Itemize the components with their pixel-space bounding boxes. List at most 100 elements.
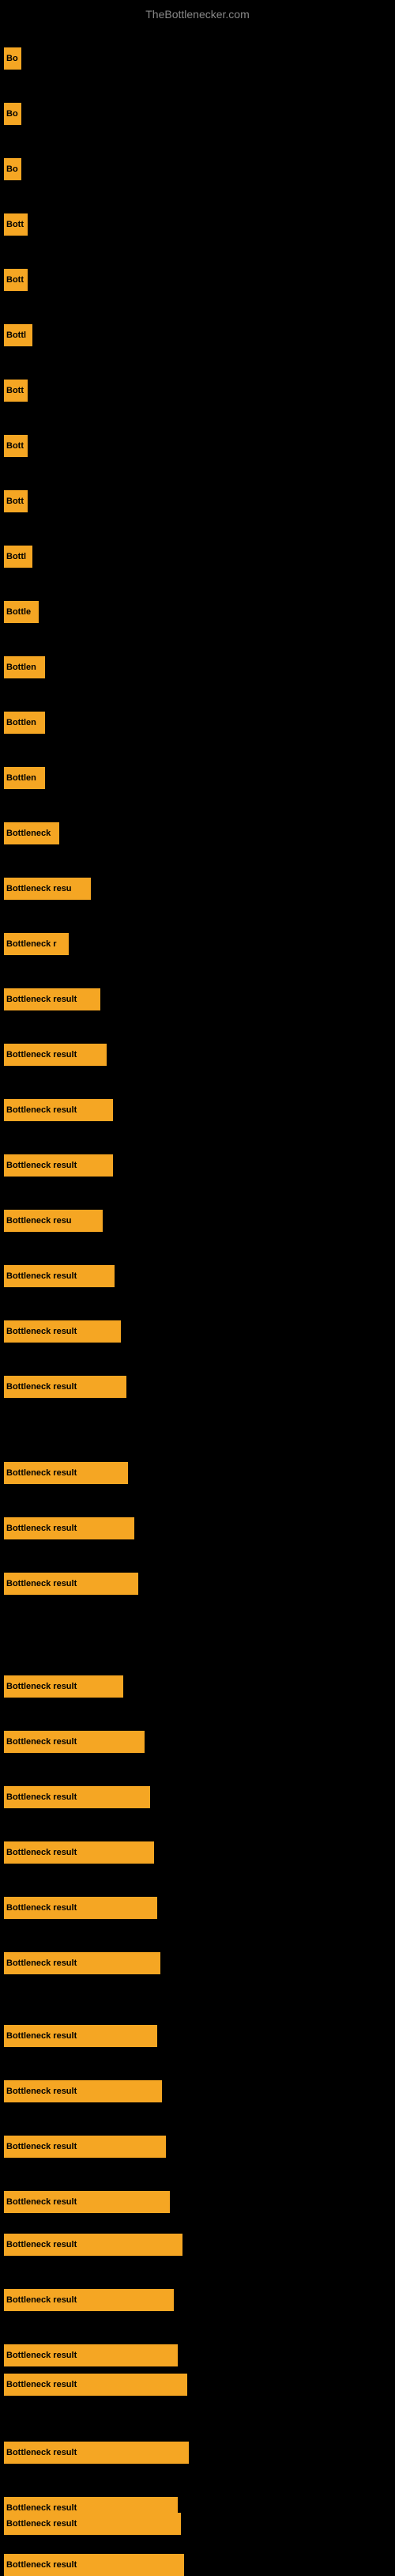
bar-row: Bottleneck result — [4, 2554, 184, 2576]
bar-row: Bo — [4, 158, 21, 180]
bar-item: Bottleneck result — [4, 2136, 166, 2158]
bar-label: Bottleneck result — [6, 2503, 77, 2513]
bar-item: Bottleneck result — [4, 2191, 170, 2213]
bar-row: Bottleneck result — [4, 1675, 123, 1698]
bar-label: Bottle — [6, 607, 31, 617]
bar-item: Bottleneck result — [4, 1952, 160, 1974]
bar-row: Bottleneck result — [4, 2289, 174, 2311]
bar-item: Bottleneck result — [4, 2442, 189, 2464]
bar-item: Bottlen — [4, 767, 45, 789]
bar-item: Bottleneck result — [4, 1320, 121, 1343]
bar-item: Bottlen — [4, 656, 45, 678]
bar-row: Bottleneck result — [4, 1099, 113, 1121]
bar-label: Bottleneck result — [6, 2351, 77, 2360]
bar-item: Bott — [4, 490, 28, 512]
bar-item: Bottleneck result — [4, 1897, 157, 1919]
bar-row: Bottleneck result — [4, 1376, 126, 1398]
bar-label: Bottleneck result — [6, 2295, 77, 2305]
bar-row: Bottleneck result — [4, 2234, 182, 2256]
bar-item: Bottleneck result — [4, 1517, 134, 1539]
bar-row: Bo — [4, 103, 21, 125]
bar-label: Bottleneck — [6, 829, 51, 838]
bar-label: Bottleneck result — [6, 2380, 77, 2389]
bar-item: Bottleneck result — [4, 1675, 123, 1698]
bar-row: Bottleneck result — [4, 2191, 170, 2213]
bar-item: Bottleneck result — [4, 2344, 178, 2366]
bar-row: Bottleneck result — [4, 1154, 113, 1177]
bar-row: Bottleneck result — [4, 1786, 150, 1808]
bar-label: Bottleneck result — [6, 2087, 77, 2096]
bar-label: Bottl — [6, 552, 26, 561]
bar-item: Bottleneck result — [4, 1462, 128, 1484]
bar-label: Bottleneck resu — [6, 884, 72, 893]
bar-label: Bott — [6, 220, 24, 229]
bar-item: Bott — [4, 380, 28, 402]
bar-row: Bottleneck result — [4, 1573, 138, 1595]
bar-item: Bottleneck result — [4, 1731, 145, 1753]
bar-label: Bottleneck result — [6, 1579, 77, 1588]
bar-row: Bottlen — [4, 767, 45, 789]
bar-item: Bottleneck r — [4, 933, 69, 955]
bar-item: Bottleneck result — [4, 1154, 113, 1177]
bar-label: Bottleneck result — [6, 1271, 77, 1281]
bar-row: Bottleneck result — [4, 1897, 157, 1919]
bar-item: Bottleneck result — [4, 2374, 187, 2396]
bar-item: Bottleneck result — [4, 1099, 113, 1121]
bar-row: Bottl — [4, 546, 32, 568]
bar-row: Bo — [4, 47, 21, 70]
bar-row: Bottlen — [4, 656, 45, 678]
bar-label: Bottleneck result — [6, 2448, 77, 2457]
bar-row: Bottleneck result — [4, 1517, 134, 1539]
bar-row: Bottleneck r — [4, 933, 69, 955]
bar-label: Bottleneck result — [6, 1792, 77, 1802]
bar-item: Bottleneck result — [4, 1376, 126, 1398]
bar-item: Bott — [4, 213, 28, 236]
bar-item: Bottleneck result — [4, 2554, 184, 2576]
bar-label: Bo — [6, 54, 18, 63]
bar-item: Bottle — [4, 601, 39, 623]
bar-label: Bottl — [6, 330, 26, 340]
bar-row: Bottleneck result — [4, 2080, 162, 2102]
bar-item: Bo — [4, 103, 21, 125]
bar-label: Bott — [6, 386, 24, 395]
bar-row: Bottleneck result — [4, 2136, 166, 2158]
bar-label: Bottleneck result — [6, 2031, 77, 2041]
bar-row: Bottleneck result — [4, 2442, 189, 2464]
bar-row: Bottl — [4, 324, 32, 346]
bar-row: Bottleneck result — [4, 2374, 187, 2396]
bar-label: Bottlen — [6, 663, 36, 672]
bar-row: Bottleneck result — [4, 1731, 145, 1753]
bar-label: Bottleneck result — [6, 2519, 77, 2529]
bar-item: Bottleneck result — [4, 988, 100, 1010]
bar-item: Bottleneck result — [4, 1265, 115, 1287]
bar-row: Bottleneck resu — [4, 878, 91, 900]
bar-label: Bottleneck result — [6, 2142, 77, 2151]
bar-item: Bottleneck result — [4, 2080, 162, 2102]
bar-label: Bottleneck result — [6, 1050, 77, 1059]
bar-item: Bottleneck result — [4, 1044, 107, 1066]
bar-label: Bottleneck result — [6, 2560, 77, 2570]
bar-row: Bottleneck result — [4, 1265, 115, 1287]
bar-item: Bottleneck result — [4, 2289, 174, 2311]
bar-item: Bottleneck — [4, 822, 59, 844]
bar-label: Bottleneck result — [6, 2240, 77, 2249]
bar-item: Bottleneck resu — [4, 1210, 103, 1232]
bar-item: Bottl — [4, 324, 32, 346]
bar-row: Bottle — [4, 601, 39, 623]
bar-label: Bottleneck result — [6, 1105, 77, 1115]
bar-item: Bott — [4, 269, 28, 291]
site-title: TheBottlenecker.com — [0, 2, 395, 27]
bar-row: Bottleneck result — [4, 1044, 107, 1066]
bar-label: Bottleneck result — [6, 2197, 77, 2207]
bar-item: Bo — [4, 158, 21, 180]
bar-label: Bott — [6, 441, 24, 451]
bar-item: Bott — [4, 435, 28, 457]
bar-item: Bottlen — [4, 712, 45, 734]
bar-item: Bottleneck result — [4, 2234, 182, 2256]
bar-label: Bottleneck result — [6, 1903, 77, 1913]
bar-row: Bottlen — [4, 712, 45, 734]
bar-item: Bottl — [4, 546, 32, 568]
bar-label: Bo — [6, 164, 18, 174]
bar-item: Bo — [4, 47, 21, 70]
bar-item: Bottleneck result — [4, 1786, 150, 1808]
